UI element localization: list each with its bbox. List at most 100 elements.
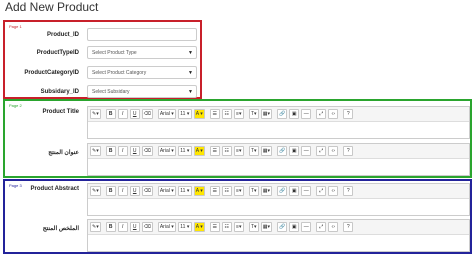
fullscreen-icon[interactable]: ⤢ (316, 222, 327, 232)
horizontal-rule-icon[interactable]: — (301, 146, 312, 156)
text-color-button[interactable]: A ▾ (193, 109, 205, 119)
table-icon[interactable]: ▦▾ (260, 109, 272, 119)
code-view-icon[interactable]: ‹› (328, 186, 339, 196)
line-height-icon[interactable]: T▾ (248, 146, 259, 156)
font-family-select[interactable]: Arial ▾ (157, 186, 176, 196)
eraser-icon[interactable]: ⌫ (141, 222, 153, 232)
code-view-icon[interactable]: ‹› (328, 222, 339, 232)
chevron-down-icon: ▼ (188, 89, 193, 95)
product-abstract-ar-label: الملخص المنتج (42, 226, 79, 232)
horizontal-rule-icon[interactable]: — (301, 186, 312, 196)
align-icon[interactable]: ≡▾ (233, 222, 244, 232)
image-icon[interactable]: ▣ (289, 109, 300, 119)
product-abstract-ar-editor[interactable]: ✎▾ B I U ⌫ Arial ▾ 11 ▾ A ▾ ☰ ☷ ≡▾ T▾ ▦▾… (87, 219, 470, 252)
unordered-list-icon[interactable]: ☰ (209, 109, 220, 119)
eraser-icon[interactable]: ⌫ (141, 109, 153, 119)
product-abstract-label: Product Abstract (30, 186, 79, 192)
table-icon[interactable]: ▦▾ (260, 186, 272, 196)
link-icon[interactable]: 🔗 (276, 109, 288, 119)
eraser-icon[interactable]: ⌫ (141, 186, 153, 196)
page-1-label: Page 1 (9, 24, 22, 29)
font-size-select[interactable]: 11 ▾ (177, 186, 192, 196)
font-family-select[interactable]: Arial ▾ (157, 109, 176, 119)
underline-button[interactable]: U (129, 109, 140, 119)
pen-icon[interactable]: ✎▾ (90, 222, 101, 232)
bold-button[interactable]: B (105, 222, 116, 232)
ordered-list-icon[interactable]: ☷ (221, 222, 232, 232)
table-icon[interactable]: ▦▾ (260, 146, 272, 156)
underline-button[interactable]: U (129, 222, 140, 232)
link-icon[interactable]: 🔗 (276, 222, 288, 232)
product-type-select[interactable]: Select Product Type ▼ (87, 46, 197, 59)
underline-button[interactable]: U (129, 146, 140, 156)
code-view-icon[interactable]: ‹› (328, 109, 339, 119)
page-3-section: Page 3 Product Abstract ✎▾ B I U ⌫ Arial… (3, 179, 472, 254)
align-icon[interactable]: ≡▾ (233, 109, 244, 119)
line-height-icon[interactable]: T▾ (248, 109, 259, 119)
font-family-select[interactable]: Arial ▾ (157, 146, 176, 156)
page-title: Add New Product (5, 0, 99, 14)
underline-button[interactable]: U (129, 186, 140, 196)
help-icon[interactable]: ? (343, 146, 354, 156)
text-color-button[interactable]: A ▾ (193, 222, 205, 232)
pen-icon[interactable]: ✎▾ (90, 186, 101, 196)
product-abstract-editor[interactable]: ✎▾ B I U ⌫ Arial ▾ 11 ▾ A ▾ ☰ ☷ ≡▾ T▾ ▦▾… (87, 183, 470, 216)
font-size-select[interactable]: 11 ▾ (177, 109, 192, 119)
unordered-list-icon[interactable]: ☰ (209, 222, 220, 232)
product-title-editor[interactable]: ✎▾ B I U ⌫ Arial ▾ 11 ▾ A ▾ ☰ ☷ ≡▾ T▾ ▦▾… (87, 106, 470, 139)
pen-icon[interactable]: ✎▾ (90, 146, 101, 156)
font-family-select[interactable]: Arial ▾ (157, 222, 176, 232)
text-color-button[interactable]: A ▾ (193, 146, 205, 156)
link-icon[interactable]: 🔗 (276, 146, 288, 156)
italic-button[interactable]: I (117, 222, 128, 232)
editor-toolbar: ✎▾ B I U ⌫ Arial ▾ 11 ▾ A ▾ ☰ ☷ ≡▾ T▾ ▦▾… (88, 107, 469, 122)
line-height-icon[interactable]: T▾ (248, 186, 259, 196)
help-icon[interactable]: ? (343, 222, 354, 232)
text-color-button[interactable]: A ▾ (193, 186, 205, 196)
ordered-list-icon[interactable]: ☷ (221, 109, 232, 119)
pen-icon[interactable]: ✎▾ (90, 109, 101, 119)
help-icon[interactable]: ? (343, 186, 354, 196)
product-title-ar-editor[interactable]: ✎▾ B I U ⌫ Arial ▾ 11 ▾ A ▾ ☰ ☷ ≡▾ T▾ ▦▾… (87, 143, 470, 176)
horizontal-rule-icon[interactable]: — (301, 109, 312, 119)
image-icon[interactable]: ▣ (289, 146, 300, 156)
product-title-ar-label: عنوان المنتج (48, 150, 79, 156)
unordered-list-icon[interactable]: ☰ (209, 186, 220, 196)
fullscreen-icon[interactable]: ⤢ (316, 186, 327, 196)
eraser-icon[interactable]: ⌫ (141, 146, 153, 156)
horizontal-rule-icon[interactable]: — (301, 222, 312, 232)
italic-button[interactable]: I (117, 109, 128, 119)
align-icon[interactable]: ≡▾ (233, 186, 244, 196)
product-id-label: Product_ID (46, 32, 79, 38)
ordered-list-icon[interactable]: ☷ (221, 186, 232, 196)
font-size-select[interactable]: 11 ▾ (177, 146, 192, 156)
subsidiary-value: Select Subsidary (92, 89, 130, 95)
subsidiary-select[interactable]: Select Subsidary ▼ (87, 85, 197, 98)
category-select[interactable]: Select Product Category ▼ (87, 66, 197, 79)
category-value: Select Product Category (92, 70, 147, 76)
product-title-label: Product Title (42, 109, 79, 115)
italic-button[interactable]: I (117, 186, 128, 196)
chevron-down-icon: ▼ (188, 70, 193, 76)
line-height-icon[interactable]: T▾ (248, 222, 259, 232)
font-size-select[interactable]: 11 ▾ (177, 222, 192, 232)
table-icon[interactable]: ▦▾ (260, 222, 272, 232)
help-icon[interactable]: ? (343, 109, 354, 119)
link-icon[interactable]: 🔗 (276, 186, 288, 196)
bold-button[interactable]: B (105, 109, 116, 119)
editor-toolbar: ✎▾ B I U ⌫ Arial ▾ 11 ▾ A ▾ ☰ ☷ ≡▾ T▾ ▦▾… (88, 184, 469, 199)
product-type-value: Select Product Type (92, 50, 137, 56)
unordered-list-icon[interactable]: ☰ (209, 146, 220, 156)
image-icon[interactable]: ▣ (289, 186, 300, 196)
product-id-input[interactable] (87, 28, 197, 41)
bold-button[interactable]: B (105, 186, 116, 196)
fullscreen-icon[interactable]: ⤢ (316, 146, 327, 156)
page-2-section: Page 2 Product Title ✎▾ B I U ⌫ Arial ▾ … (3, 99, 472, 178)
fullscreen-icon[interactable]: ⤢ (316, 109, 327, 119)
align-icon[interactable]: ≡▾ (233, 146, 244, 156)
image-icon[interactable]: ▣ (289, 222, 300, 232)
italic-button[interactable]: I (117, 146, 128, 156)
code-view-icon[interactable]: ‹› (328, 146, 339, 156)
bold-button[interactable]: B (105, 146, 116, 156)
ordered-list-icon[interactable]: ☷ (221, 146, 232, 156)
